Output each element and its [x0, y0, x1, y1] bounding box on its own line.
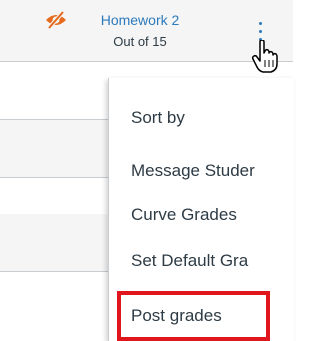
grid-cell[interactable] [0, 214, 108, 272]
menu-item-sort-by[interactable]: Sort by [131, 108, 185, 128]
menu-item-curve-grades[interactable]: Curve Grades [131, 205, 237, 225]
highlight-box [117, 291, 270, 341]
menu-item-set-default-grade[interactable]: Set Default Gra [131, 251, 248, 271]
points-possible: Out of 15 [113, 34, 167, 49]
hand-cursor-icon [251, 40, 278, 73]
assignment-title[interactable]: Homework 2 [80, 12, 200, 28]
column-header: Homework 2 Out of 15 [0, 0, 293, 62]
menu-item-message-students[interactable]: Message Studer [131, 161, 255, 181]
grid-cell[interactable] [0, 120, 108, 178]
grid-cell[interactable] [0, 62, 108, 120]
eye-slash-icon [46, 10, 66, 30]
